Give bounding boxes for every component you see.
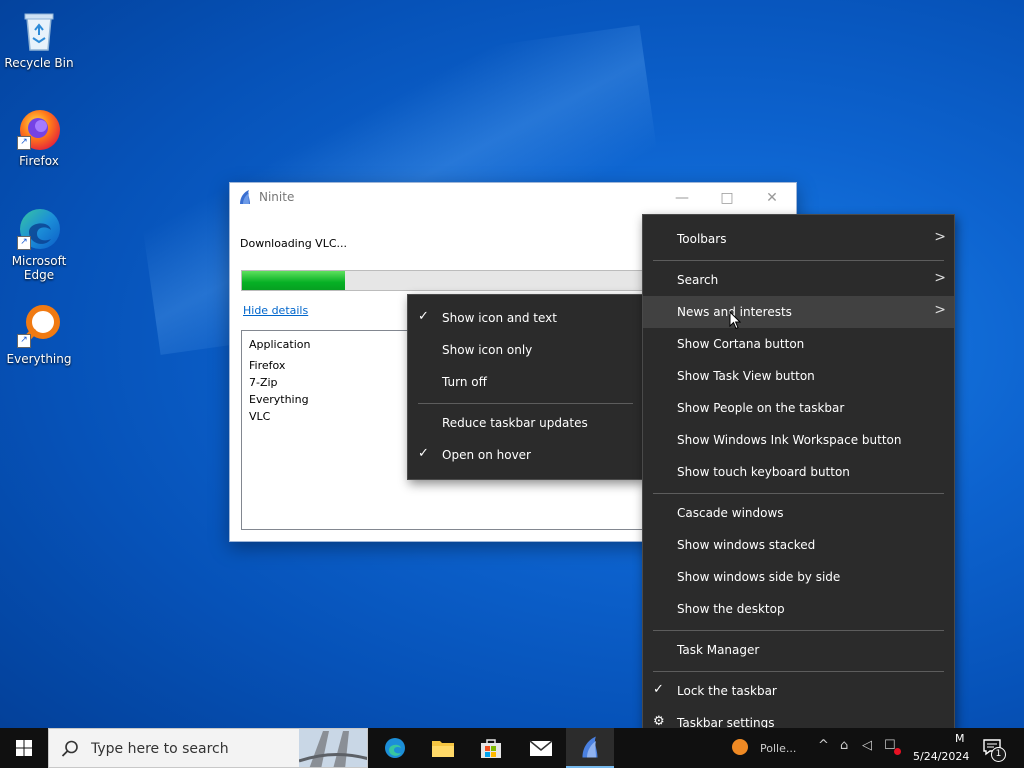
desktop-icon-label: Firefox <box>19 154 59 168</box>
shortcut-arrow-icon: ↗ <box>17 236 31 250</box>
mail-icon <box>529 740 553 756</box>
clock-date[interactable]: 5/24/2024 <box>913 750 969 763</box>
menu-item-show-icon-only[interactable]: Show icon only <box>408 334 643 366</box>
menu-item-show-desktop[interactable]: Show the desktop <box>643 593 954 625</box>
notification-count-badge: 1 <box>991 747 1006 762</box>
windows-logo-icon <box>16 740 32 756</box>
menu-item-show-windows-side-by-side[interactable]: Show windows side by side <box>643 561 954 593</box>
menu-separator <box>653 671 944 672</box>
taskbar-context-menu: Toolbars > Search > News and interests >… <box>642 214 955 748</box>
taskbar[interactable]: Polle... ^ ⌂ ◁ ☐ M 5/24/2024 1 <box>0 728 1024 768</box>
desktop-icon-recycle-bin[interactable]: Recycle Bin <box>0 6 78 70</box>
action-center-button[interactable]: 1 <box>982 738 1006 762</box>
maximize-button[interactable]: □ <box>704 183 750 213</box>
menu-item-show-touch-keyboard[interactable]: Show touch keyboard button <box>643 456 954 488</box>
shortcut-arrow-icon: ↗ <box>17 334 31 348</box>
menu-separator <box>653 630 944 631</box>
recycle-bin-icon <box>15 6 63 54</box>
taskbar-mail-button[interactable] <box>517 728 565 768</box>
mouse-cursor-icon <box>729 311 741 330</box>
close-button[interactable]: ✕ <box>749 183 795 213</box>
clock-time[interactable]: M <box>955 732 965 745</box>
desktop-icon-label: Everything <box>6 352 72 366</box>
list-item[interactable]: Firefox <box>249 359 285 372</box>
desktop-icon-label: Microsoft Edge <box>11 254 67 282</box>
gear-icon: ⚙ <box>653 714 665 729</box>
everything-search-icon: ↗ <box>15 302 63 350</box>
list-item[interactable]: 7-Zip <box>249 376 278 389</box>
window-title: Ninite <box>259 190 295 204</box>
progress-fill <box>242 271 346 290</box>
menu-item-news-and-interests[interactable]: News and interests > <box>643 296 954 328</box>
menu-item-show-cortana-button[interactable]: Show Cortana button <box>643 328 954 360</box>
list-item[interactable]: Everything <box>249 393 309 406</box>
ninite-logo-icon <box>240 190 250 204</box>
menu-item-reduce-taskbar-updates[interactable]: Reduce taskbar updates <box>408 407 643 439</box>
menu-item-show-ink-workspace[interactable]: Show Windows Ink Workspace button <box>643 424 954 456</box>
taskbar-edge-button[interactable] <box>371 728 419 768</box>
column-header-application[interactable]: Application <box>249 338 310 351</box>
menu-item-turn-off[interactable]: Turn off <box>408 366 643 398</box>
desktop-icon-edge[interactable]: ↗ Microsoft Edge <box>0 204 78 282</box>
menu-item-task-manager[interactable]: Task Manager <box>643 634 954 666</box>
chevron-right-icon: > <box>934 270 946 286</box>
menu-separator <box>418 403 633 404</box>
chevron-right-icon: > <box>934 302 946 318</box>
title-bar[interactable]: Ninite — □ ✕ <box>230 183 796 213</box>
weather-text[interactable]: Polle... <box>760 742 796 755</box>
menu-separator <box>653 493 944 494</box>
list-item[interactable]: VLC <box>249 410 270 423</box>
folder-icon <box>432 741 454 757</box>
minimize-button[interactable]: — <box>659 183 705 213</box>
taskbar-file-explorer-button[interactable] <box>419 728 467 768</box>
menu-item-open-on-hover[interactable]: ✓ Open on hover <box>408 439 643 471</box>
checkmark-icon: ✓ <box>418 446 429 461</box>
edge-icon: ↗ <box>15 204 63 252</box>
ninite-logo-icon <box>582 736 598 758</box>
search-icon <box>61 740 78 757</box>
menu-item-search[interactable]: Search > <box>643 264 954 296</box>
menu-item-show-people[interactable]: Show People on the taskbar <box>643 392 954 424</box>
desktop-icon-firefox[interactable]: ↗ Firefox <box>0 104 78 168</box>
chevron-up-icon[interactable]: ^ <box>818 738 829 753</box>
menu-separator <box>653 260 944 261</box>
start-button[interactable] <box>0 728 48 768</box>
checkmark-icon: ✓ <box>418 309 429 324</box>
menu-item-show-windows-stacked[interactable]: Show windows stacked <box>643 529 954 561</box>
search-input[interactable] <box>89 740 293 758</box>
download-status: Downloading VLC... <box>240 237 348 250</box>
taskbar-search-box[interactable] <box>48 728 368 768</box>
search-highlight-bridge-icon <box>299 729 367 767</box>
weather-icon <box>732 739 748 755</box>
menu-item-show-icon-and-text[interactable]: ✓ Show icon and text <box>408 302 643 334</box>
hide-details-link[interactable]: Hide details <box>243 304 308 317</box>
taskbar-ninite-button[interactable] <box>566 728 614 768</box>
checkmark-icon: ✓ <box>653 682 664 697</box>
error-badge-icon <box>894 748 901 755</box>
firefox-icon: ↗ <box>15 104 63 152</box>
menu-item-toolbars[interactable]: Toolbars > <box>643 223 954 255</box>
chevron-right-icon: > <box>934 229 946 245</box>
edge-icon <box>385 738 405 758</box>
news-interests-submenu: ✓ Show icon and text Show icon only Turn… <box>407 294 644 480</box>
taskbar-store-button[interactable] <box>467 728 515 768</box>
menu-item-lock-taskbar[interactable]: ✓ Lock the taskbar <box>643 675 954 707</box>
desktop-icon-everything[interactable]: ↗ Everything <box>0 302 78 366</box>
volume-icon[interactable]: ◁ <box>862 738 872 753</box>
menu-item-cascade-windows[interactable]: Cascade windows <box>643 497 954 529</box>
desktop-icon-label: Recycle Bin <box>4 56 74 70</box>
network-icon[interactable]: ⌂ <box>840 738 848 753</box>
store-icon <box>481 739 501 758</box>
menu-item-show-task-view-button[interactable]: Show Task View button <box>643 360 954 392</box>
shortcut-arrow-icon: ↗ <box>17 136 31 150</box>
